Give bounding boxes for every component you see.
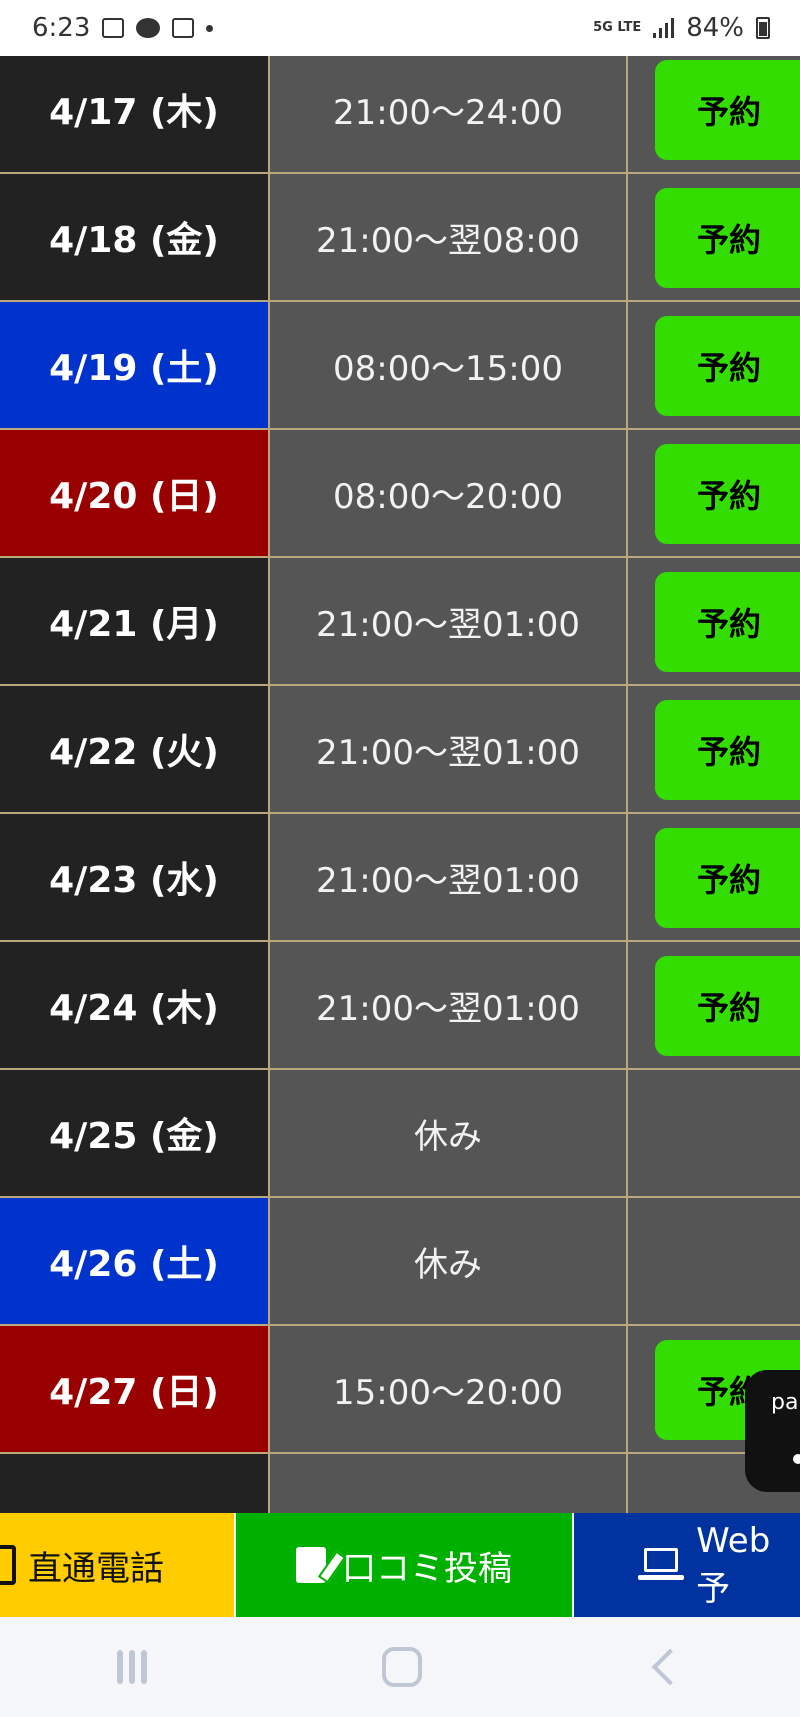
reserve-button[interactable]: 予約 [655, 316, 800, 416]
direct-call-button[interactable]: 直通電話 [0, 1513, 234, 1617]
back-icon[interactable] [651, 1648, 689, 1686]
edit-icon [296, 1547, 326, 1583]
schedule-action-cell: 予約 [628, 686, 800, 812]
schedule-row: 4/19 (土) 08:00〜15:00 予約 [0, 302, 800, 430]
schedule-date: 4/17 (木) [0, 56, 270, 172]
schedule-row: 4/26 (土) 休み [0, 1198, 800, 1326]
status-right: 5G LTE 84% [593, 13, 770, 43]
schedule-row: 4/21 (月) 21:00〜翌01:00 予約 [0, 558, 800, 686]
schedule-date [0, 1454, 270, 1513]
reserve-button[interactable]: 予約 [655, 828, 800, 928]
post-review-button[interactable]: 口コミ投稿 [236, 1513, 572, 1617]
schedule-time: 08:00〜15:00 [270, 302, 628, 428]
schedule-date: 4/22 (火) [0, 686, 270, 812]
status-time: 6:23 [32, 13, 91, 43]
schedule-row: 4/25 (金) 休み [0, 1070, 800, 1198]
home-icon[interactable] [381, 1647, 422, 1687]
schedule-date: 4/23 (水) [0, 814, 270, 940]
status-left: 6:23 [32, 13, 214, 43]
schedule-action-cell [628, 1070, 800, 1196]
post-review-label: 口コミ投稿 [342, 1548, 512, 1589]
schedule-action-cell: 予約 [628, 174, 800, 300]
schedule-row: 4/23 (水) 21:00〜翌01:00 予約 [0, 814, 800, 942]
web-reservation-label: Web予 [696, 1520, 771, 1609]
reserve-button[interactable]: 予約 [655, 700, 800, 800]
schedule-action-cell: 予約 [628, 56, 800, 172]
schedule-action-cell: 予約 [628, 430, 800, 556]
reserve-button[interactable]: 予約 [655, 444, 800, 544]
schedule-action-cell: 予約 [628, 814, 800, 940]
schedule-action-cell: 予約 [628, 302, 800, 428]
reserve-button[interactable]: 予約 [655, 572, 800, 672]
schedule-table: 4/17 (木) 21:00〜24:00 予約 4/18 (金) 21:00〜翌08:0… [0, 56, 800, 1513]
schedule-date: 4/20 (日) [0, 430, 270, 556]
schedule-date: 4/27 (日) [0, 1326, 270, 1452]
schedule-action-cell: 予約 [628, 558, 800, 684]
schedule-action-cell [628, 1198, 800, 1324]
schedule-date: 4/18 (金) [0, 174, 270, 300]
network-type: 5G LTE [593, 20, 642, 35]
reserve-button[interactable]: 予約 [655, 60, 800, 160]
reserve-button[interactable]: 予約 [655, 188, 800, 288]
schedule-time: 休み [270, 1198, 628, 1324]
schedule-date: 4/26 (土) [0, 1198, 270, 1324]
schedule-date: 4/24 (木) [0, 942, 270, 1068]
direct-call-label: 直通電話 [28, 1548, 164, 1589]
schedule-row-partial [0, 1454, 800, 1513]
battery-level: 84% [686, 13, 744, 43]
schedule-date: 4/19 (土) [0, 302, 270, 428]
gallery-icon [102, 18, 125, 38]
schedule-time: 21:00〜翌01:00 [270, 558, 628, 684]
calendar-icon [172, 18, 195, 38]
chat-icon [136, 18, 161, 38]
phone-icon [0, 1545, 16, 1585]
notification-dot-icon [206, 24, 214, 32]
web-reservation-button[interactable]: Web予 [574, 1513, 800, 1617]
schedule-time: 休み [270, 1070, 628, 1196]
bottom-action-bar: 直通電話 口コミ投稿 Web予 [0, 1513, 800, 1617]
schedule-row: 4/27 (日) 15:00〜20:00 予約 [0, 1326, 800, 1454]
schedule-time: 21:00〜翌01:00 [270, 942, 628, 1068]
schedule-time: 15:00〜20:00 [270, 1326, 628, 1452]
floating-widget-dot-icon [793, 1454, 800, 1464]
reserve-button[interactable]: 予約 [655, 956, 800, 1056]
schedule-time: 21:00〜翌01:00 [270, 814, 628, 940]
schedule-row: 4/22 (火) 21:00〜翌01:00 予約 [0, 686, 800, 814]
floating-widget-label: pa [771, 1390, 799, 1415]
schedule-date: 4/25 (金) [0, 1070, 270, 1196]
schedule-time: 21:00〜24:00 [270, 56, 628, 172]
schedule-time: 21:00〜翌01:00 [270, 686, 628, 812]
floating-widget[interactable]: pa [745, 1370, 800, 1492]
schedule-time [270, 1454, 628, 1513]
schedule-row: 4/20 (日) 08:00〜20:00 予約 [0, 430, 800, 558]
recents-icon[interactable] [117, 1650, 148, 1684]
schedule-time: 21:00〜翌08:00 [270, 174, 628, 300]
schedule-action-cell: 予約 [628, 942, 800, 1068]
status-bar: 6:23 5G LTE 84% [0, 0, 800, 56]
schedule-date: 4/21 (月) [0, 558, 270, 684]
schedule-row: 4/24 (木) 21:00〜翌01:00 予約 [0, 942, 800, 1070]
battery-icon [756, 17, 770, 39]
signal-icon [653, 18, 675, 38]
laptop-icon [638, 1548, 685, 1582]
schedule-time: 08:00〜20:00 [270, 430, 628, 556]
schedule-row: 4/18 (金) 21:00〜翌08:00 予約 [0, 174, 800, 302]
system-navigation-bar [0, 1617, 800, 1717]
schedule-row: 4/17 (木) 21:00〜24:00 予約 [0, 56, 800, 174]
